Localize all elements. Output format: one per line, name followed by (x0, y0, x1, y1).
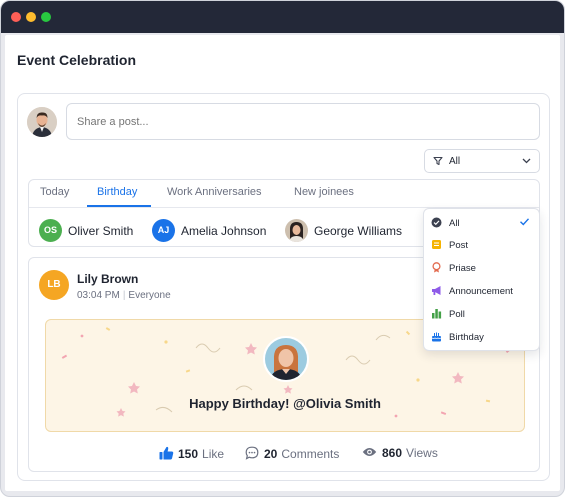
post-audience: Everyone (128, 290, 171, 301)
megaphone-icon (432, 286, 441, 295)
tab-today[interactable]: Today (40, 186, 69, 208)
user-avatar[interactable] (27, 107, 57, 137)
filter-dropdown-menu: All Post Priase Announcement Poll Birthd… (423, 208, 540, 351)
person-avatar: AJ (152, 219, 175, 242)
post-time: 03:04 PM (77, 290, 120, 301)
person-name: Amelia Johnson (181, 224, 267, 238)
tab-new-joinees[interactable]: New joinees (294, 186, 354, 208)
views-label: Views (406, 446, 438, 460)
author-avatar: LB (39, 270, 69, 300)
main-content: Event Celebration All (5, 35, 560, 491)
app-window: Event Celebration All (0, 0, 565, 497)
filter-option-poll[interactable]: Poll (424, 304, 539, 324)
post-author[interactable]: Lily Brown (77, 272, 138, 286)
filter-icon (433, 156, 443, 166)
filter-option-all[interactable]: All (424, 213, 539, 233)
person-avatar-photo (285, 219, 308, 242)
filter-option-birthday[interactable]: Birthday (424, 327, 539, 347)
person-chip[interactable]: AJ Amelia Johnson (152, 219, 277, 243)
comment-label: Comments (281, 447, 340, 461)
filter-option-label: Priase (449, 263, 476, 274)
person-avatar: OS (39, 219, 62, 242)
celebrant-avatar (263, 336, 309, 382)
filter-option-announcement[interactable]: Announcement (424, 281, 539, 301)
person-chip[interactable]: George Williams (285, 219, 415, 243)
person-chip[interactable]: OS Oliver Smith (39, 219, 149, 243)
like-button[interactable]: 150 Like (159, 446, 224, 461)
filter-option-label: Birthday (449, 332, 484, 343)
filter-option-priase[interactable]: Priase (424, 258, 539, 278)
person-name: Oliver Smith (68, 224, 134, 238)
like-label: Like (202, 447, 225, 461)
thumbs-up-icon (159, 446, 174, 460)
post-meta: 03:04 PM | Everyone (77, 290, 171, 301)
note-icon (432, 240, 441, 249)
page-title: Event Celebration (17, 52, 137, 68)
cake-icon (431, 332, 442, 342)
filter-option-post[interactable]: Post (424, 235, 539, 255)
person-name: George Williams (314, 224, 403, 238)
post-stats: 150 Like 20 Comments 860 Views (29, 444, 541, 464)
title-bar (1, 1, 564, 33)
meta-separator: | (122, 290, 126, 301)
like-count: 150 (178, 447, 199, 461)
views-count: 860 (382, 446, 403, 460)
filter-option-label: Post (449, 240, 469, 251)
medal-icon (432, 262, 441, 273)
user-avatar-photo (27, 107, 57, 137)
checkmark-icon (520, 218, 530, 226)
comments-button[interactable]: 20 Comments (245, 446, 339, 461)
check-circle-icon (431, 217, 442, 228)
active-tab-indicator (87, 205, 151, 207)
birthday-message: Happy Birthday! @Olivia Smith (189, 396, 381, 411)
filter-select[interactable]: All (424, 149, 540, 173)
filter-selected-label: All (449, 156, 461, 167)
views-stat: 860 Views (362, 446, 438, 460)
share-post-input[interactable] (66, 103, 540, 140)
close-window-button[interactable] (11, 12, 21, 22)
comment-icon (245, 446, 259, 460)
filter-option-label: Announcement (449, 286, 513, 297)
maximize-window-button[interactable] (41, 12, 51, 22)
filter-option-label: Poll (449, 309, 465, 320)
bar-chart-icon (432, 309, 442, 319)
tab-work-anniversaries[interactable]: Work Anniversaries (167, 186, 262, 208)
chevron-down-icon (522, 158, 531, 164)
minimize-window-button[interactable] (26, 12, 36, 22)
filter-option-label: All (449, 218, 460, 229)
eye-icon (362, 448, 377, 456)
comment-count: 20 (264, 447, 278, 461)
